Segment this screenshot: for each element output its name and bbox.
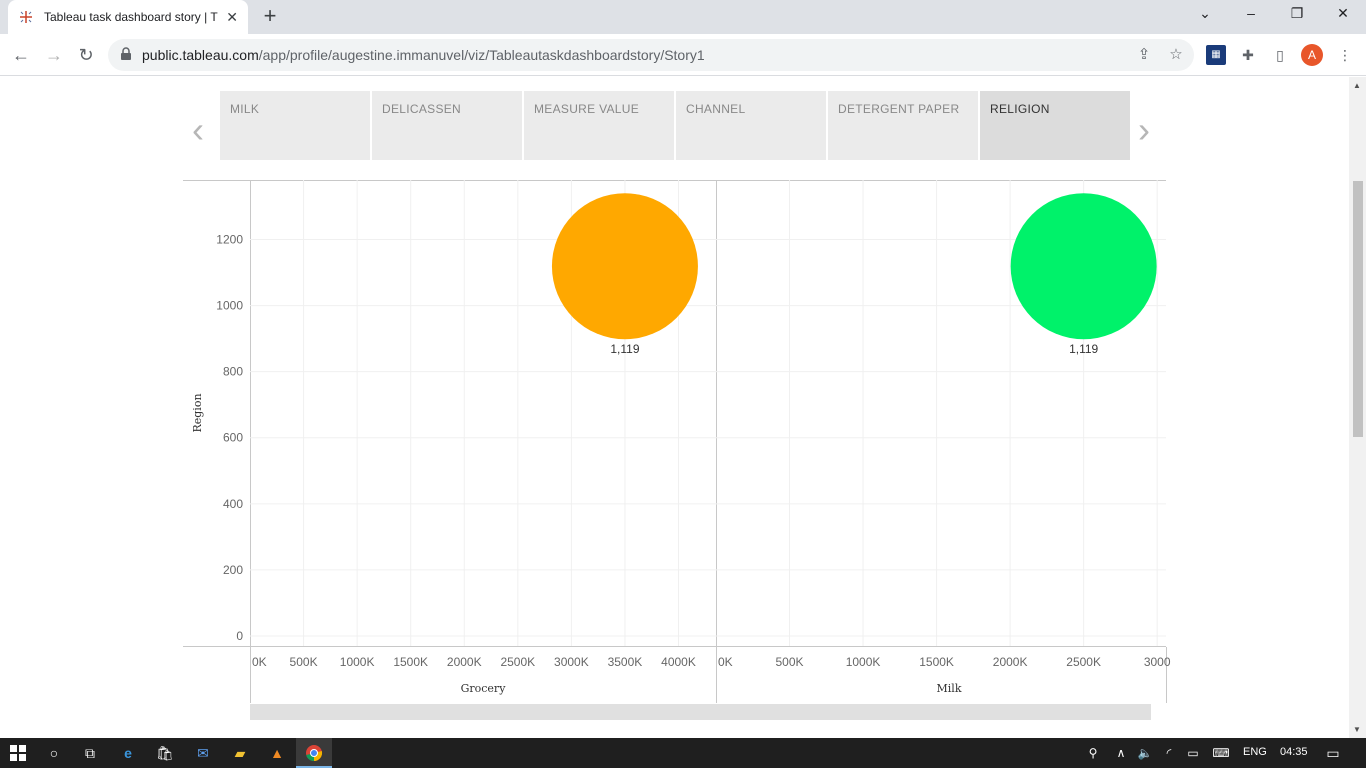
data-label: 1,119 (1069, 342, 1098, 356)
y-tick-label: 400 (223, 497, 243, 511)
horizontal-scrollbar[interactable] (250, 704, 1151, 720)
data-label: 1,119 (610, 342, 639, 356)
url-text: public.tableau.com/app/profile/augestine… (142, 47, 705, 63)
windows-taskbar: ○ ⧉ e 🛍 ✉ ▰ ▲ ⚲ ∧ 🔈 ◜ ▭ ⌨ ENG 04:35 ▭ (0, 738, 1366, 768)
x-tick-label: 2500K (1066, 655, 1101, 669)
clock[interactable]: 04:35 (1280, 746, 1308, 758)
reload-button[interactable]: ↻ (75, 44, 97, 66)
wifi-icon[interactable]: ◜ (1158, 742, 1180, 764)
scroll-up-arrow-icon[interactable]: ▲ (1353, 81, 1361, 90)
menu-kebab-icon[interactable]: ⋮ (1335, 45, 1355, 65)
windows-start-icon[interactable] (10, 745, 26, 761)
tab-close-icon[interactable]: ✕ (226, 9, 238, 26)
y-tick-label: 1000 (216, 299, 243, 313)
x-tick-label: 2000K (993, 655, 1028, 669)
x-tick-label: 2000K (447, 655, 482, 669)
search-circle-icon[interactable]: ○ (43, 742, 65, 764)
x-tick-label: 3000 (1144, 655, 1171, 669)
x-tick-label: 3500K (608, 655, 643, 669)
y-tick-label: 600 (223, 431, 243, 445)
x-tick-label: 500K (290, 655, 318, 669)
y-axis-title: Region (191, 393, 204, 432)
story-chart: 1,119 1,119 0K 500K 1000K 1500K 2000K 2500K 300… (183, 180, 1171, 720)
share-icon[interactable]: ⇪ (1135, 46, 1153, 64)
y-tick-label: 0 (236, 629, 243, 643)
profile-avatar[interactable]: A (1301, 44, 1323, 66)
restore-button[interactable]: ❐ (1287, 5, 1307, 22)
bookmark-star-icon[interactable]: ☆ (1167, 46, 1185, 64)
people-icon[interactable]: ⚲ (1082, 742, 1104, 764)
x-tick-label: 3000K (554, 655, 589, 669)
address-bar[interactable]: public.tableau.com/app/profile/augestine… (108, 39, 1194, 71)
minimize-button[interactable]: – (1241, 5, 1261, 21)
vertical-scrollbar[interactable]: ▲ ▼ (1349, 77, 1366, 738)
extension-icon[interactable]: ▦ (1206, 45, 1226, 65)
x-tick-label: 1500K (919, 655, 954, 669)
chrome-icon (306, 745, 323, 762)
browser-toolbar: ← → ↻ public.tableau.com/app/profile/aug… (0, 34, 1366, 76)
back-button[interactable]: ← (10, 44, 32, 66)
close-window-button[interactable]: ✕ (1333, 5, 1353, 22)
x-tick-label: 0K (718, 655, 733, 669)
x-tick-label: 0K (252, 655, 267, 669)
chrome-taskbar-item[interactable] (296, 738, 332, 768)
x-tick-label: 1000K (340, 655, 375, 669)
y-tick-label: 800 (223, 365, 243, 379)
keyboard-icon[interactable]: ⌨ (1210, 742, 1232, 764)
browser-tab[interactable]: Tableau task dashboard story | T ✕ (8, 0, 248, 34)
volume-icon[interactable]: 🔈 (1134, 742, 1156, 764)
browser-tab-strip: Tableau task dashboard story | T ✕ + ⌄ –… (0, 0, 1366, 34)
tableau-favicon-icon (20, 11, 32, 23)
x-axis-title-milk: Milk (937, 682, 962, 695)
scroll-down-arrow-icon[interactable]: ▼ (1353, 725, 1361, 734)
url-path: /app/profile/augestine.immanuvel/viz/Tab… (258, 47, 705, 63)
tab-search-chevron-icon[interactable]: ⌄ (1195, 5, 1215, 22)
x-tick-label: 4000K (661, 655, 696, 669)
forward-button[interactable]: → (43, 44, 65, 66)
lock-icon (121, 47, 131, 60)
tray-chevron-icon[interactable]: ∧ (1110, 742, 1132, 764)
x-tick-label: 500K (776, 655, 804, 669)
x-tick-label: 2500K (500, 655, 535, 669)
x-tick-label: 1500K (393, 655, 428, 669)
battery-icon[interactable]: ▭ (1182, 742, 1204, 764)
file-explorer-icon[interactable]: ▰ (229, 742, 251, 764)
side-panel-icon[interactable]: ▯ (1270, 45, 1290, 65)
edge-browser-icon[interactable]: e (117, 742, 139, 764)
new-tab-button[interactable]: + (259, 5, 281, 27)
mail-icon[interactable]: ✉ (192, 742, 214, 764)
url-domain: public.tableau.com (142, 47, 259, 63)
language-indicator[interactable]: ENG (1243, 746, 1267, 758)
tab-title: Tableau task dashboard story | T (44, 10, 218, 24)
extensions-puzzle-icon[interactable]: ✚ (1238, 45, 1258, 65)
vlc-icon[interactable]: ▲ (266, 742, 288, 764)
scatter-point[interactable] (1010, 193, 1157, 340)
x-axis-title-grocery: Grocery (461, 682, 507, 695)
y-tick-label: 1200 (216, 232, 243, 246)
x-tick-label: 1000K (846, 655, 881, 669)
scatter-point[interactable] (551, 193, 698, 340)
task-view-icon[interactable]: ⧉ (79, 742, 101, 764)
y-tick-label: 200 (223, 563, 243, 577)
notifications-icon[interactable]: ▭ (1322, 742, 1344, 764)
scrollbar-thumb[interactable] (1353, 181, 1363, 437)
store-icon[interactable]: 🛍 (154, 742, 176, 764)
page-viewport: ‹ MILK DELICASSEN MEASURE VALUE CHANNEL DETE… (0, 77, 1366, 738)
